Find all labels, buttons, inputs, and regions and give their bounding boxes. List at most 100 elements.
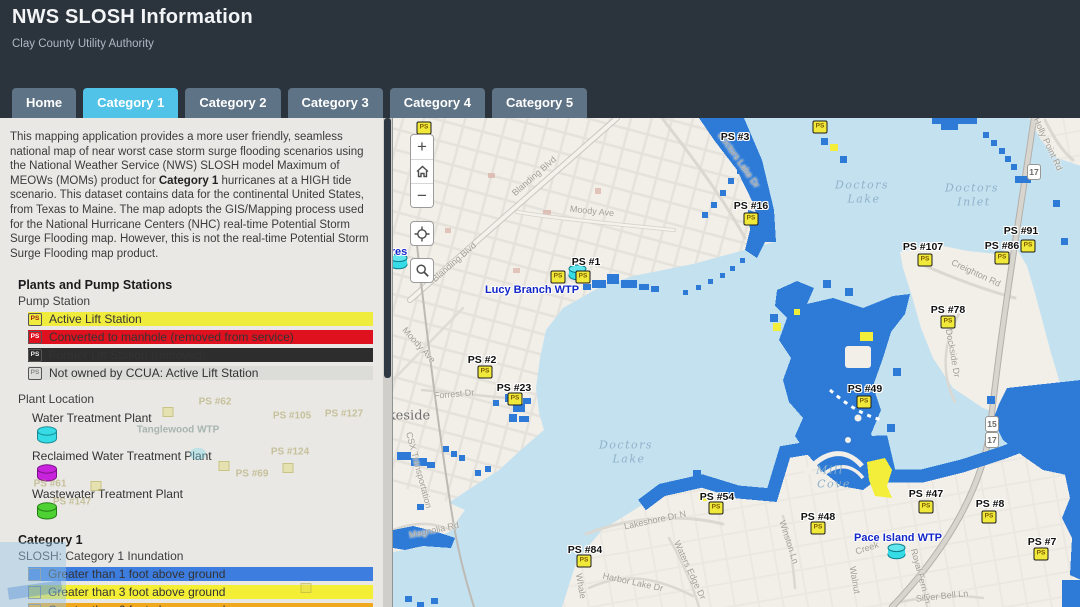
legend-heading-category1: Category 1 — [18, 533, 373, 547]
ps-icon-text: PS — [511, 396, 520, 403]
water-treatment-plant-marker[interactable] — [887, 543, 908, 565]
road-label: Moody Ave — [400, 325, 437, 365]
plant-legend-item: Water Treatment Plant — [32, 411, 373, 444]
pump-station-marker[interactable]: PS — [1021, 240, 1036, 253]
pump-station-label: PS #7 — [1028, 536, 1057, 548]
ps-icon-text: PS — [944, 319, 953, 326]
tab[interactable]: Category 4 — [390, 88, 485, 118]
pump-station-label: PS #47 — [909, 488, 943, 500]
pump-station-label: PS #3 — [721, 131, 750, 143]
road-label: Waters Edge Dr — [672, 539, 708, 601]
road-label: Magnolia Rd — [408, 520, 460, 540]
pump-station-marker[interactable]: PS — [918, 254, 933, 267]
pump-station-marker[interactable]: PS — [941, 316, 956, 329]
cylinder-icon — [887, 543, 908, 560]
pump-station-marker[interactable]: PS — [478, 366, 493, 379]
road-label: Lakeshore Dr N — [623, 509, 687, 532]
inundation-color-swatch — [28, 586, 41, 599]
pump-station-marker[interactable]: PS — [1034, 548, 1049, 561]
plant-legend-label: Reclaimed Water Treatment Plant — [32, 449, 373, 463]
pump-station-marker[interactable]: PS — [857, 396, 872, 409]
pump-station-label: PS #54 — [700, 491, 734, 503]
ps-icon-text: PS — [31, 334, 40, 341]
highway-shield: 17 — [1027, 164, 1041, 180]
legend-row-label: Converted to manhole (removed from servi… — [49, 330, 294, 344]
pump-legend-list: PS Active Lift Station PS Converted to m… — [10, 312, 373, 380]
ps-icon-text: PS — [31, 352, 40, 359]
ps-icon-text: PS — [860, 399, 869, 406]
app-window: NWS SLOSH Information Clay County Utilit… — [0, 0, 1080, 607]
plant-legend-list: Water Treatment Plant Reclaimed Water Tr… — [10, 411, 373, 520]
pump-station-marker[interactable]: PS — [811, 522, 826, 535]
pump-station-marker[interactable]: PS — [508, 393, 523, 406]
search-icon — [415, 263, 430, 278]
tab[interactable]: Category 3 — [288, 88, 383, 118]
pump-station-marker[interactable]: PS — [919, 501, 934, 514]
water-body-label: Doctors — [945, 182, 999, 195]
map-viewport[interactable]: DoctorsLakeDoctorsInletDoctorsLakeMillCo… — [392, 118, 1080, 607]
pump-station-label: PS #91 — [1004, 225, 1038, 237]
pump-station-label: PS #48 — [801, 511, 835, 523]
legend-row-label: Greater than 3 foot above ground — [48, 585, 225, 599]
road-label: Blanding Blvd — [510, 154, 558, 198]
legend-subheading-plant-location: Plant Location — [18, 392, 373, 406]
cylinder-icon — [36, 502, 60, 520]
pump-station-marker[interactable]: PS — [551, 271, 566, 284]
pump-station-legend-icon: PS — [28, 367, 42, 380]
pump-station-legend-icon: PS — [28, 349, 42, 362]
plant-legend-label: Wastewater Treatment Plant — [32, 487, 373, 501]
header: NWS SLOSH Information Clay County Utilit… — [0, 0, 1080, 118]
ps-icon-text: PS — [481, 369, 490, 376]
pump-station-marker[interactable]: PS — [576, 271, 591, 284]
road-label: Whale — [574, 573, 588, 600]
zoom-control-group: + − — [410, 134, 434, 208]
tab[interactable]: Home — [12, 88, 76, 118]
scrollbar-thumb[interactable] — [384, 118, 391, 378]
legend-row: PS Not owned by CCUA: Active Lift Statio… — [28, 366, 373, 380]
treatment-plant-label: res — [392, 246, 407, 258]
pump-station-marker[interactable]: PS — [995, 252, 1010, 265]
road-label: CSX Transportation — [404, 431, 434, 509]
water-body-label: Lake — [847, 193, 880, 206]
pump-station-legend-icon: PS — [28, 331, 42, 344]
treatment-plant-label: Pace Island WTP — [854, 532, 942, 544]
road-label: Winston Ln — [777, 519, 800, 565]
plant-legend-item: Wastewater Treatment Plant — [32, 487, 373, 520]
content-row: PS #62PS #105PS #127Tanglewood WTPPS #12… — [0, 118, 1080, 607]
ps-icon-text: PS — [816, 124, 825, 131]
pump-station-label: PS #16 — [734, 200, 768, 212]
pump-station-label: PS #1 — [572, 256, 601, 268]
road-label: Forrest Dr — [433, 387, 474, 400]
legend-subheading-pump-station: Pump Station — [18, 294, 373, 308]
ps-icon-text: PS — [747, 216, 756, 223]
sidebar-scrollbar[interactable] — [383, 118, 392, 607]
tab[interactable]: Category 5 — [492, 88, 587, 118]
pump-station-marker[interactable]: PS — [982, 511, 997, 524]
legend-row: Greater than 3 foot above ground — [28, 585, 373, 599]
zoom-out-button[interactable]: − — [411, 183, 433, 207]
ps-icon-text: PS — [420, 125, 429, 132]
highway-shield: 17 — [985, 432, 999, 448]
pump-station-marker[interactable]: PS — [417, 122, 432, 135]
water-body-label: Inlet — [957, 196, 990, 209]
legend-row-label: Greater than 1 foot above ground — [48, 567, 225, 581]
place-label: keside — [392, 409, 430, 424]
home-button[interactable] — [411, 159, 433, 183]
map-description: This mapping application provides a more… — [10, 130, 372, 261]
inundation-color-swatch — [28, 568, 41, 581]
tab[interactable]: Category 1 — [83, 88, 178, 118]
road-label: Moody Ave — [569, 204, 614, 219]
ps-icon-text: PS — [985, 514, 994, 521]
zoom-in-button[interactable]: + — [411, 135, 433, 159]
water-body-label: Cove — [817, 478, 851, 491]
pump-station-marker[interactable]: PS — [577, 555, 592, 568]
pump-station-label: PS #8 — [976, 498, 1005, 510]
locate-button[interactable] — [410, 221, 434, 246]
tab[interactable]: Category 2 — [185, 88, 280, 118]
pump-station-marker[interactable]: PS — [744, 213, 759, 226]
treatment-plant-label: Lucy Branch WTP — [485, 284, 579, 296]
pump-station-marker[interactable]: PS — [709, 502, 724, 515]
search-button[interactable] — [410, 258, 434, 283]
pump-station-marker[interactable]: PS — [813, 121, 828, 134]
plant-legend-item: Reclaimed Water Treatment Plant — [32, 449, 373, 482]
